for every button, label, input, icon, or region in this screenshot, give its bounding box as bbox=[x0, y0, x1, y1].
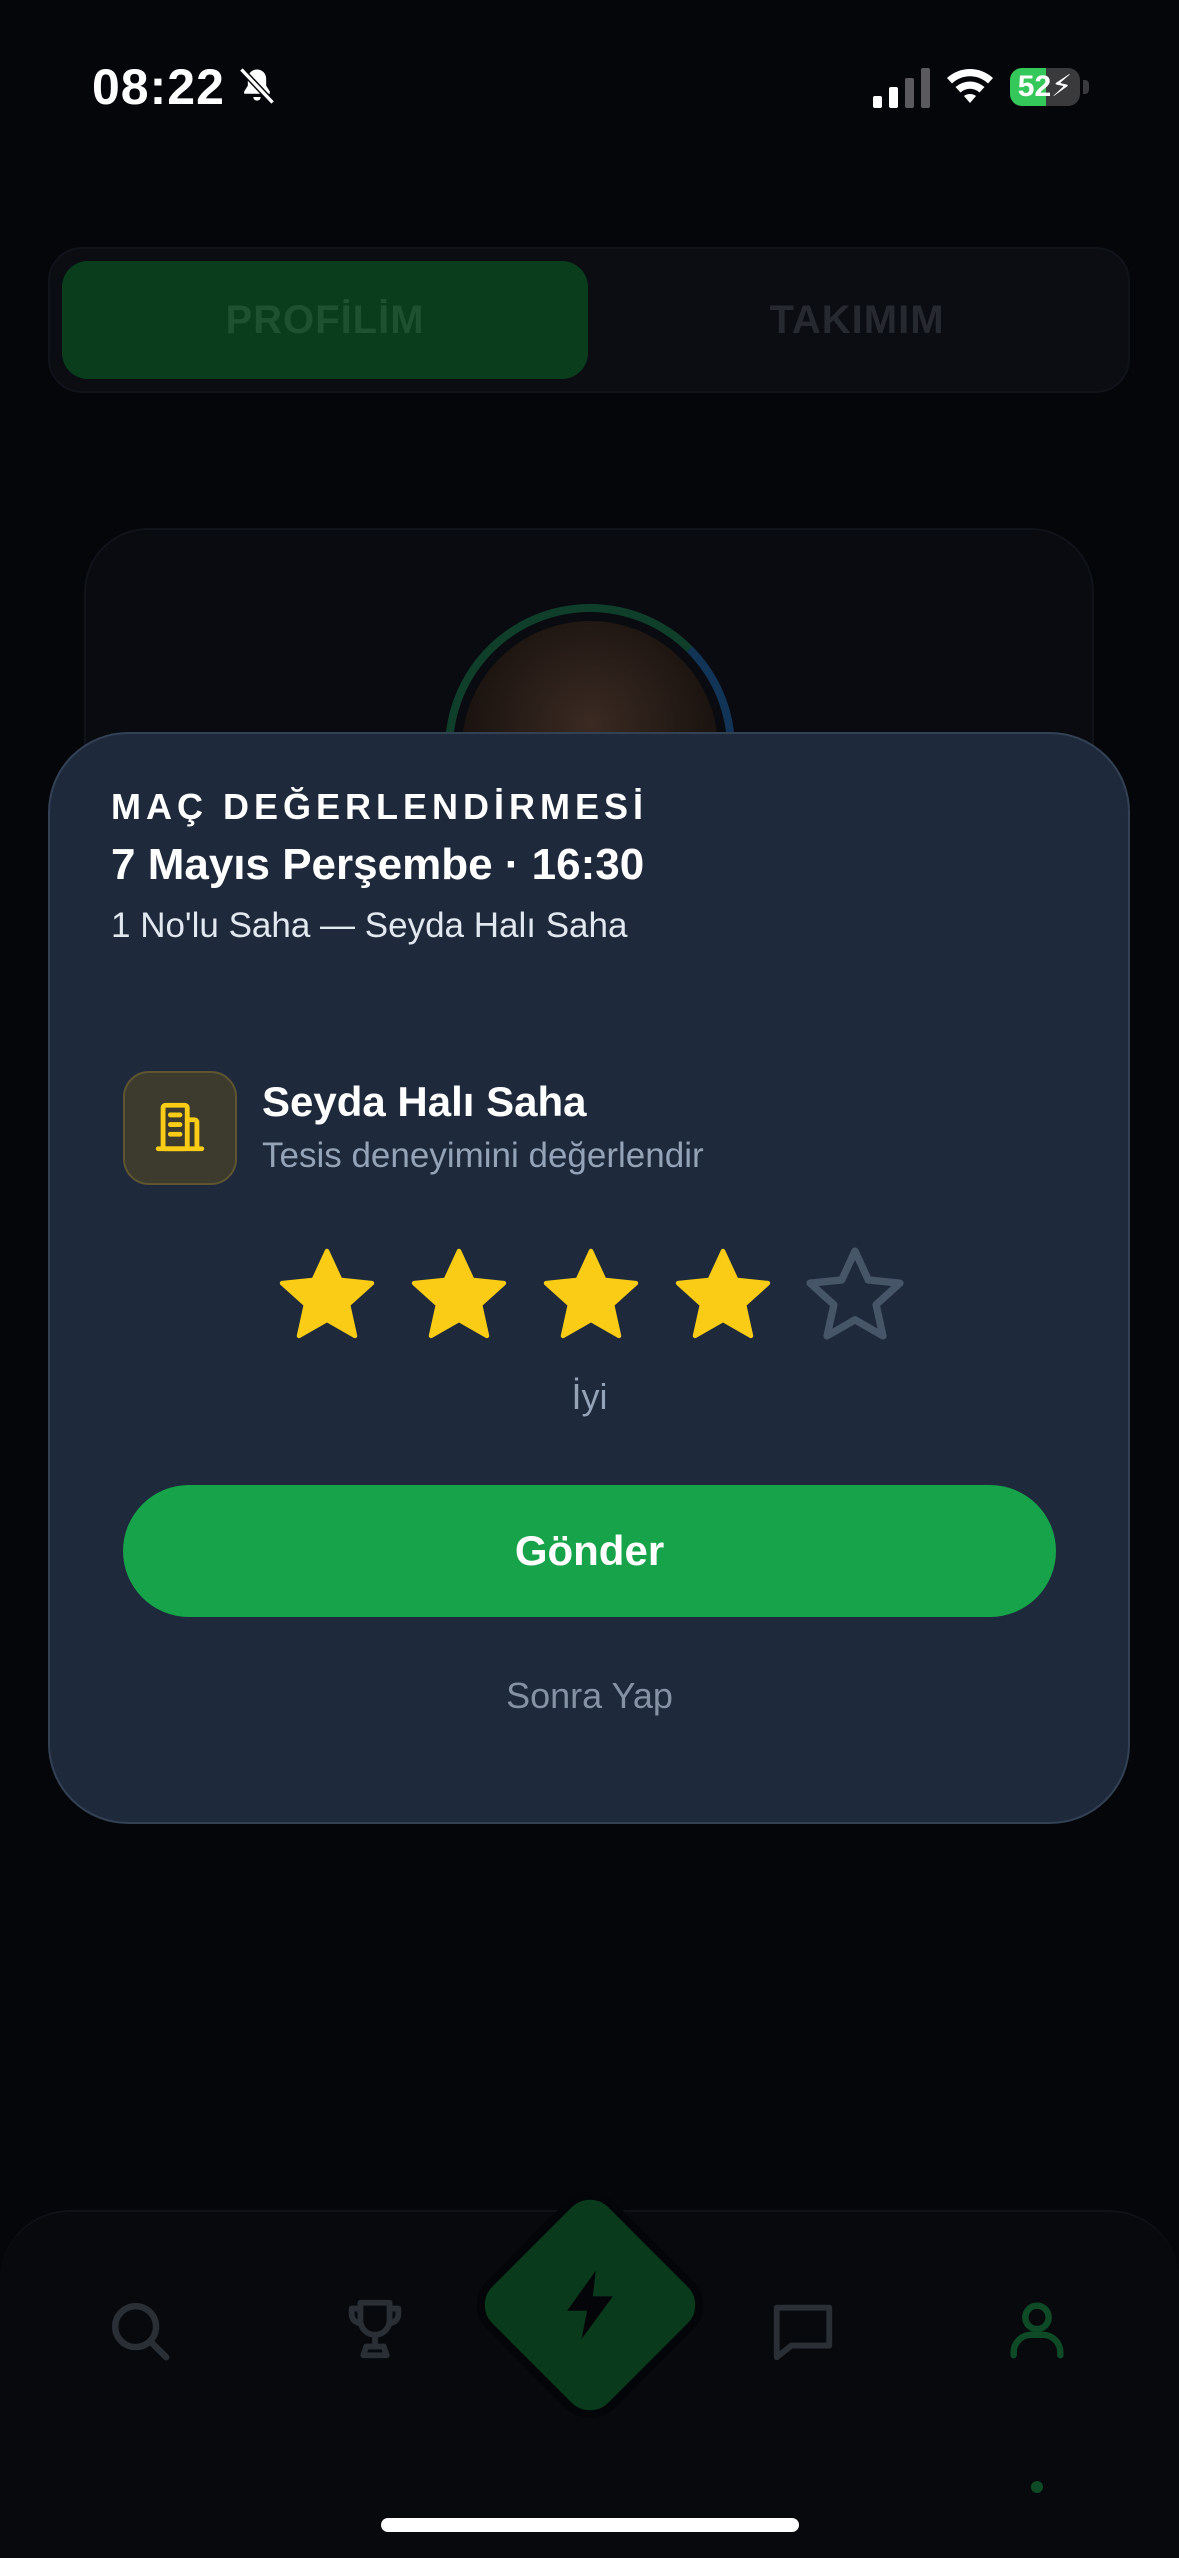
tab-profile[interactable]: PROFİLİM bbox=[62, 261, 588, 379]
profile-icon[interactable] bbox=[1002, 2294, 1072, 2364]
wifi-icon bbox=[947, 69, 993, 103]
facility-hint: Tesis deneyimini değerlendir bbox=[262, 1136, 704, 1175]
battery-level: 52⚡ bbox=[1017, 70, 1073, 103]
send-button[interactable]: Gönder bbox=[123, 1485, 1056, 1617]
modal-eyebrow: MAÇ DEĞERLENDİRMESİ bbox=[111, 786, 649, 827]
battery-indicator: 52⚡ bbox=[1010, 68, 1080, 106]
bell-slash-icon bbox=[239, 67, 275, 105]
facility-name: Seyda Halı Saha bbox=[262, 1078, 587, 1125]
trophy-icon[interactable] bbox=[340, 2294, 410, 2364]
star-filled-icon[interactable] bbox=[668, 1241, 778, 1351]
profile-team-segmented-control: PROFİLİM TAKIMIM bbox=[48, 247, 1130, 393]
bolt-icon bbox=[567, 2270, 613, 2340]
star-filled-icon[interactable] bbox=[536, 1241, 646, 1351]
charging-bolt-icon: ⚡ bbox=[1051, 70, 1073, 103]
search-icon[interactable] bbox=[105, 2296, 175, 2366]
cellular-signal-icon bbox=[873, 68, 930, 108]
status-bar: 08:22 52⚡ bbox=[0, 0, 1179, 175]
chat-icon[interactable] bbox=[768, 2296, 838, 2366]
star-filled-icon[interactable] bbox=[272, 1241, 382, 1351]
active-tab-indicator bbox=[1031, 2481, 1043, 2493]
battery-tip bbox=[1083, 80, 1089, 94]
tab-team[interactable]: TAKIMIM bbox=[594, 261, 1120, 379]
home-indicator[interactable] bbox=[381, 2518, 799, 2532]
star-empty-icon[interactable] bbox=[800, 1241, 910, 1351]
star-filled-icon[interactable] bbox=[404, 1241, 514, 1351]
match-field-venue: 1 No'lu Saha — Seyda Halı Saha bbox=[111, 906, 628, 945]
building-icon bbox=[155, 1102, 205, 1152]
match-datetime: 7 Mayıs Perşembe · 16:30 bbox=[111, 840, 645, 889]
rating-label: İyi bbox=[571, 1376, 608, 1417]
later-button[interactable]: Sonra Yap bbox=[0, 1675, 1179, 1717]
status-time: 08:22 bbox=[92, 59, 225, 115]
